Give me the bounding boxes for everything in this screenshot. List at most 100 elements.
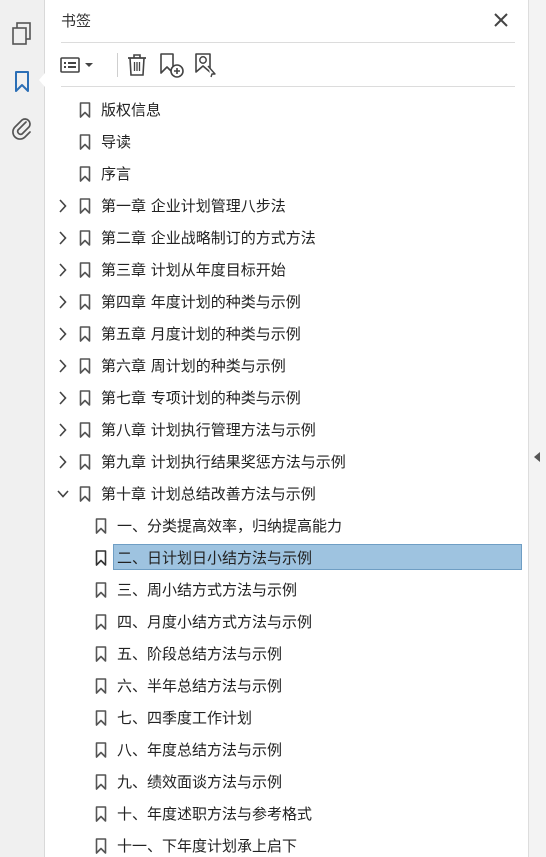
bookmark-item[interactable]: 第八章 计划执行管理方法与示例 [45, 414, 528, 446]
bookmark-icon [95, 710, 107, 726]
divider [61, 86, 515, 87]
bookmark-icon [79, 390, 91, 406]
new-bookmark-icon[interactable] [156, 51, 186, 79]
bookmark-icon [95, 582, 107, 598]
bookmark-item[interactable]: 第十章 计划总结改善方法与示例 [45, 478, 528, 510]
chevron-right-icon[interactable] [57, 455, 69, 469]
bookmark-icon [95, 838, 107, 854]
bookmark-label: 第三章 计划从年度目标开始 [101, 261, 286, 279]
bookmark-icon [79, 262, 91, 278]
bookmark-label: 第四章 年度计划的种类与示例 [101, 293, 301, 311]
bookmark-label: 八、年度总结方法与示例 [117, 741, 283, 759]
bookmark-icon [95, 678, 107, 694]
chevron-right-icon[interactable] [57, 327, 69, 341]
bookmark-subitem[interactable]: 一、分类提高效率，归纳提高能力 [45, 510, 528, 542]
chevron-down-icon[interactable] [57, 487, 69, 501]
bookmark-icon [79, 134, 91, 150]
bookmark-label: 第二章 企业战略制订的方式方法 [101, 229, 316, 247]
bookmark-subitem[interactable]: 五、阶段总结方法与示例 [45, 638, 528, 670]
bookmark-item[interactable]: 第二章 企业战略制订的方式方法 [45, 222, 528, 254]
bookmark-subitem[interactable]: 七、四季度工作计划 [45, 702, 528, 734]
navigation-rail [0, 0, 45, 857]
bookmark-item[interactable]: 第一章 企业计划管理八步法 [45, 190, 528, 222]
bookmark-label: 导读 [101, 133, 132, 151]
bookmark-label: 第十章 计划总结改善方法与示例 [101, 485, 316, 503]
divider [61, 42, 515, 43]
bookmark-icon [79, 454, 91, 470]
collapse-strip[interactable] [528, 0, 546, 857]
pages-icon[interactable] [8, 20, 36, 48]
bookmark-subitem[interactable]: 十一、下年度计划承上启下 [45, 830, 528, 857]
bookmarks-app: 书签 版权信息 导读 序言 第一章 企业计划管理八步法 第二章 企业战略制订的方… [0, 0, 546, 857]
bookmark-label: 第一章 企业计划管理八步法 [101, 197, 286, 215]
bookmark-icon [95, 646, 107, 662]
bookmark-item[interactable]: 导读 [45, 126, 528, 158]
bookmark-icon [79, 358, 91, 374]
bookmark-label: 四、月度小结方式方法与示例 [117, 613, 313, 631]
bookmark-label: 九、绩效面谈方法与示例 [117, 773, 283, 791]
bookmark-item[interactable]: 第六章 周计划的种类与示例 [45, 350, 528, 382]
bookmark-icon [95, 742, 107, 758]
bookmark-item[interactable]: 序言 [45, 158, 528, 190]
chevron-right-icon[interactable] [57, 263, 69, 277]
bookmark-label: 五、阶段总结方法与示例 [117, 645, 283, 663]
find-bookmark-icon[interactable] [191, 51, 221, 79]
bookmark-label: 十、年度述职方法与参考格式 [117, 805, 313, 823]
bookmark-icon [95, 806, 107, 822]
bookmarks-toolbar [59, 50, 519, 80]
bookmark-label: 三、周小结方式方法与示例 [117, 581, 298, 599]
chevron-right-icon[interactable] [57, 391, 69, 405]
panel-title: 书签 [61, 12, 92, 30]
bookmark-item[interactable]: 第三章 计划从年度目标开始 [45, 254, 528, 286]
bookmark-icon [95, 614, 107, 630]
bookmark-label: 序言 [101, 165, 132, 183]
bookmark-item[interactable]: 第七章 专项计划的种类与示例 [45, 382, 528, 414]
chevron-right-icon[interactable] [57, 423, 69, 437]
collapse-arrow-icon[interactable] [534, 452, 540, 462]
bookmark-label: 第七章 专项计划的种类与示例 [101, 389, 301, 407]
bookmark-icon [95, 518, 107, 534]
bookmark-icon [79, 166, 91, 182]
close-icon[interactable] [491, 10, 511, 30]
bookmark-icon[interactable] [8, 68, 36, 96]
bookmark-subitem[interactable]: 九、绩效面谈方法与示例 [45, 766, 528, 798]
bookmark-subitem[interactable]: 六、半年总结方法与示例 [45, 670, 528, 702]
bookmark-label: 二、日计划日小结方法与示例 [117, 549, 313, 567]
bookmark-label: 第八章 计划执行管理方法与示例 [101, 421, 316, 439]
bookmark-subitem[interactable]: 四、月度小结方式方法与示例 [45, 606, 528, 638]
bookmark-icon [95, 774, 107, 790]
bookmark-item[interactable]: 第五章 月度计划的种类与示例 [45, 318, 528, 350]
bookmark-subitem[interactable]: 二、日计划日小结方法与示例 [45, 542, 528, 574]
bookmark-label: 六、半年总结方法与示例 [117, 677, 283, 695]
bookmark-label: 版权信息 [101, 101, 162, 119]
bookmark-icon [79, 198, 91, 214]
bookmark-item[interactable]: 版权信息 [45, 94, 528, 126]
bookmark-subitem[interactable]: 十、年度述职方法与参考格式 [45, 798, 528, 830]
bookmark-icon [79, 230, 91, 246]
chevron-right-icon[interactable] [57, 359, 69, 373]
attachment-icon[interactable] [8, 114, 36, 142]
options-menu-icon[interactable] [59, 51, 95, 79]
bookmark-icon [79, 422, 91, 438]
chevron-right-icon[interactable] [57, 231, 69, 245]
bookmark-icon [79, 486, 91, 502]
bookmark-icon [95, 550, 107, 566]
bookmark-icon [79, 102, 91, 118]
bookmark-item[interactable]: 第四章 年度计划的种类与示例 [45, 286, 528, 318]
chevron-right-icon[interactable] [57, 295, 69, 309]
bookmark-label: 第五章 月度计划的种类与示例 [101, 325, 301, 343]
bookmark-icon [79, 326, 91, 342]
chevron-right-icon[interactable] [57, 199, 69, 213]
delete-icon[interactable] [123, 51, 151, 79]
bookmark-item[interactable]: 第九章 计划执行结果奖惩方法与示例 [45, 446, 528, 478]
bookmark-label: 第九章 计划执行结果奖惩方法与示例 [101, 453, 346, 471]
toolbar-separator [117, 53, 118, 77]
bookmarks-panel: 书签 版权信息 导读 序言 第一章 企业计划管理八步法 第二章 企业战略制订的方… [45, 0, 528, 857]
bookmark-label: 十一、下年度计划承上启下 [117, 837, 298, 855]
bookmark-label: 第六章 周计划的种类与示例 [101, 357, 286, 375]
bookmark-subitem[interactable]: 八、年度总结方法与示例 [45, 734, 528, 766]
bookmark-subitem[interactable]: 三、周小结方式方法与示例 [45, 574, 528, 606]
bookmark-icon [79, 294, 91, 310]
bookmark-label: 一、分类提高效率，归纳提高能力 [117, 517, 343, 535]
bookmark-label: 七、四季度工作计划 [117, 709, 253, 727]
